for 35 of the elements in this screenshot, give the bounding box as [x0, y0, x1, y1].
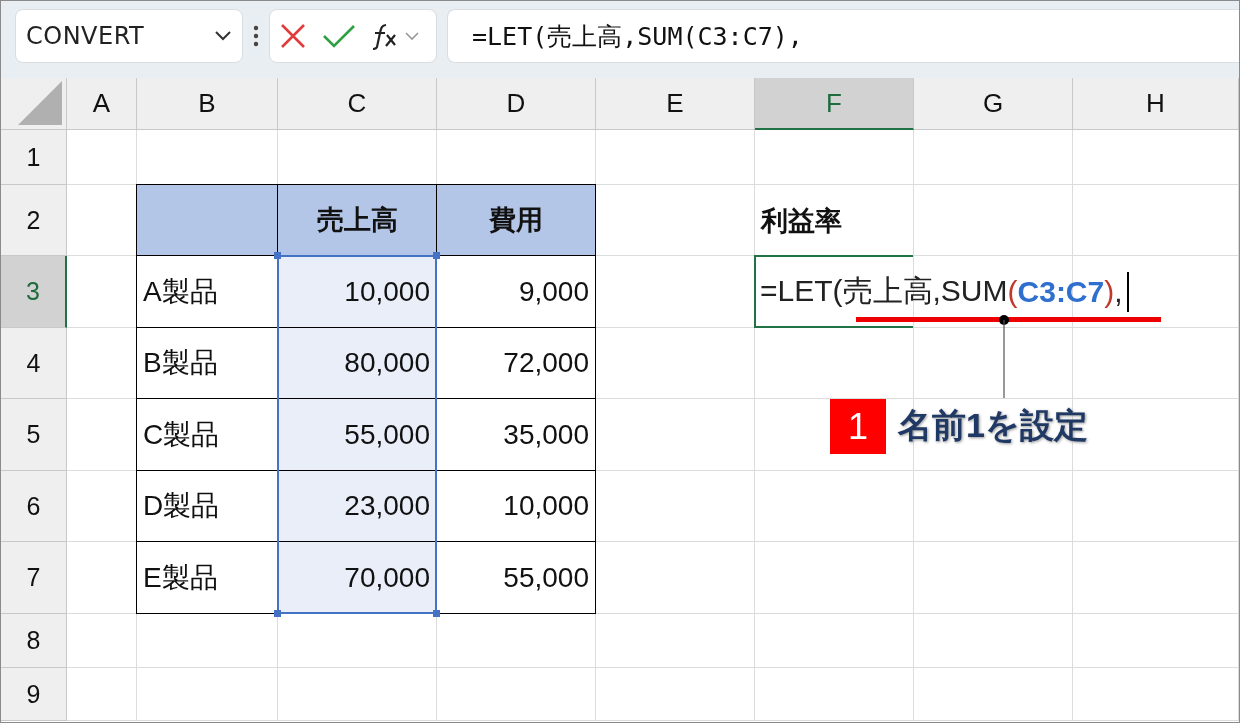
more-icon[interactable]	[253, 25, 259, 47]
row-header[interactable]: 6	[1, 471, 67, 542]
column-header[interactable]: A	[67, 78, 137, 130]
table-cell: 80,000	[277, 327, 437, 399]
row-header[interactable]: 5	[1, 399, 67, 471]
column-header[interactable]: B	[137, 78, 278, 130]
table-header-cell: 売上高	[277, 184, 437, 256]
function-icon[interactable]	[372, 22, 420, 50]
row-header[interactable]: 4	[1, 328, 67, 399]
row-header[interactable]: 1	[1, 130, 67, 185]
table-cell: 10,000	[277, 255, 437, 328]
table-header-cell: 費用	[436, 184, 596, 256]
chevron-down-icon	[214, 30, 232, 42]
column-header[interactable]: F	[755, 78, 914, 130]
row-header[interactable]: 7	[1, 542, 67, 614]
row-header[interactable]: 2	[1, 185, 67, 256]
column-header[interactable]: H	[1073, 78, 1239, 130]
row-header[interactable]: 3	[1, 256, 67, 328]
table-cell: 70,000	[277, 541, 437, 614]
column-header[interactable]: D	[437, 78, 596, 130]
cancel-icon[interactable]	[280, 23, 306, 49]
callout-text: 名前1を設定	[898, 405, 1088, 446]
check-icon[interactable]	[322, 24, 356, 48]
name-box[interactable]: CONVERT	[15, 9, 243, 63]
text-cursor	[1126, 271, 1129, 312]
table-cell: 23,000	[277, 470, 437, 542]
cell-text: 利益率	[759, 204, 843, 238]
column-header[interactable]: C	[278, 78, 437, 130]
formula-field[interactable]: =LET(売上高,SUM(C3:C7),	[447, 9, 1239, 63]
column-header[interactable]: E	[596, 78, 755, 130]
column-header[interactable]: G	[914, 78, 1073, 130]
row-header[interactable]: 8	[1, 614, 67, 668]
row-header[interactable]: 9	[1, 668, 67, 721]
table-cell: 55,000	[277, 398, 437, 471]
step-badge: 1	[830, 399, 886, 454]
